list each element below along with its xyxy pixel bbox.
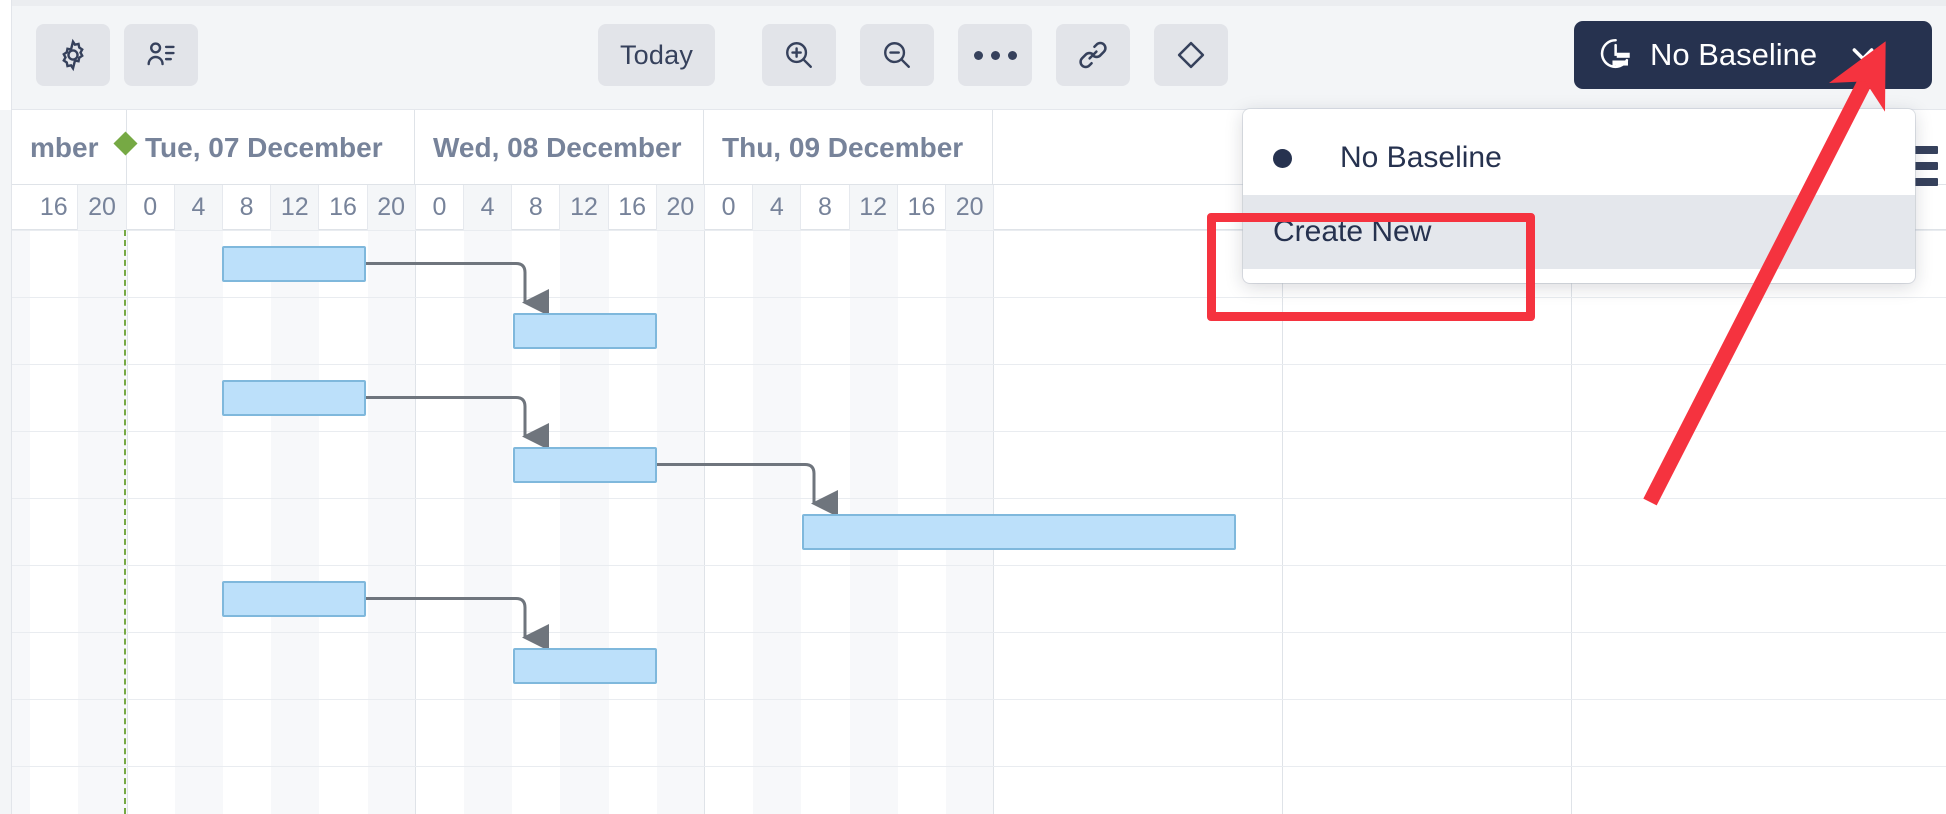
grid-column-shade <box>271 230 319 814</box>
baseline-clock-icon <box>1596 35 1634 76</box>
baseline-selector-button[interactable]: No Baseline <box>1574 21 1932 89</box>
hour-tick-label: 20 <box>657 185 705 230</box>
zoom-out-button[interactable] <box>860 24 934 86</box>
baseline-button-label: No Baseline <box>1650 37 1817 73</box>
dropdown-item-label: No Baseline <box>1340 141 1502 175</box>
gantt-task-bar[interactable] <box>222 246 366 282</box>
today-marker-line <box>124 230 126 814</box>
baseline-dropdown-menu: No Baseline Create New <box>1243 109 1915 283</box>
gantt-task-bar[interactable] <box>802 514 1236 550</box>
grid-column-shade <box>464 230 512 814</box>
hour-tick-label: 8 <box>512 185 560 230</box>
gantt-task-bar[interactable] <box>222 380 366 416</box>
hour-tick-label: 12 <box>560 185 608 230</box>
hour-tick-label: 4 <box>464 185 512 230</box>
grid-column-shade <box>753 230 801 814</box>
link-tasks-button[interactable] <box>1056 24 1130 86</box>
today-button[interactable]: Today <box>598 24 715 86</box>
gear-icon <box>56 38 90 72</box>
zoom-in-button[interactable] <box>762 24 836 86</box>
hour-tick-label: 20 <box>78 185 126 230</box>
hour-tick-label: 12 <box>271 185 319 230</box>
hour-tick-label: 20 <box>368 185 416 230</box>
hour-tick-label: 16 <box>898 185 946 230</box>
selected-radio-icon <box>1273 149 1292 168</box>
gantt-task-bar[interactable] <box>222 581 366 617</box>
magnifier-minus-icon <box>880 38 914 72</box>
grid-column-shade <box>78 230 126 814</box>
gantt-task-bar[interactable] <box>513 447 657 483</box>
hour-tick-label: 4 <box>175 185 223 230</box>
diamond-icon <box>1174 38 1208 72</box>
day-header-cell: Wed, 08 December <box>415 110 704 185</box>
hour-tick-label: 16 <box>30 185 78 230</box>
grid-day-divider <box>704 230 705 814</box>
grid-row-divider <box>0 431 1946 432</box>
grid-left-gutter <box>0 230 12 814</box>
gantt-task-bar[interactable] <box>513 313 657 349</box>
dropdown-item-no-baseline[interactable]: No Baseline <box>1243 121 1915 195</box>
grid-row-divider <box>0 766 1946 767</box>
grid-row-divider <box>0 565 1946 566</box>
more-options-button[interactable] <box>958 24 1032 86</box>
gantt-chart-app: Today <box>0 0 1946 814</box>
hour-tick-label: 20 <box>946 185 994 230</box>
grid-column-shade <box>368 230 416 814</box>
day-header-cell <box>993 110 1282 185</box>
dropdown-item-label: Create New <box>1273 215 1431 249</box>
gantt-grid <box>0 230 1946 814</box>
grid-row-divider <box>0 699 1946 700</box>
hour-tick-label: 0 <box>705 185 753 230</box>
grid-column-shade <box>175 230 223 814</box>
grid-row-divider <box>0 632 1946 633</box>
toolbar-top-rail <box>0 0 1946 6</box>
hour-tick-label: 8 <box>801 185 849 230</box>
toolbar-left-edge <box>0 0 12 110</box>
gantt-task-bar[interactable] <box>513 648 657 684</box>
hour-row-left-gutter <box>0 185 12 230</box>
day-header-cell: Thu, 09 December <box>704 110 993 185</box>
grid-day-divider <box>1282 230 1283 814</box>
milestone-button[interactable] <box>1154 24 1228 86</box>
person-list-icon <box>144 38 178 72</box>
hour-tick-label: 12 <box>850 185 898 230</box>
assignee-button[interactable] <box>124 24 198 86</box>
chain-link-icon <box>1076 38 1110 72</box>
gantt-toolbar: Today <box>0 0 1946 110</box>
grid-day-divider <box>127 230 128 814</box>
grid-day-divider <box>415 230 416 814</box>
grid-day-divider <box>1571 230 1572 814</box>
grid-row-divider <box>0 498 1946 499</box>
timeline-left-gutter <box>0 110 12 185</box>
today-button-label: Today <box>620 40 693 71</box>
day-header-cell: mber <box>12 110 127 185</box>
hour-tick-label: 4 <box>753 185 801 230</box>
grid-row-divider <box>0 297 1946 298</box>
grid-column-shade <box>657 230 705 814</box>
hour-tick-label: 8 <box>223 185 271 230</box>
hour-tick-label: 0 <box>127 185 175 230</box>
hour-tick-label: 16 <box>609 185 657 230</box>
chevron-down-icon[interactable] <box>1847 38 1879 73</box>
hour-tick-label: 0 <box>416 185 464 230</box>
dropdown-item-create-new[interactable]: Create New <box>1243 195 1915 269</box>
settings-button[interactable] <box>36 24 110 86</box>
hour-tick-label: 16 <box>319 185 367 230</box>
ellipsis-icon <box>974 51 1017 60</box>
magnifier-plus-icon <box>782 38 816 72</box>
day-header-cell: Tue, 07 December <box>127 110 415 185</box>
grid-row-divider <box>0 364 1946 365</box>
